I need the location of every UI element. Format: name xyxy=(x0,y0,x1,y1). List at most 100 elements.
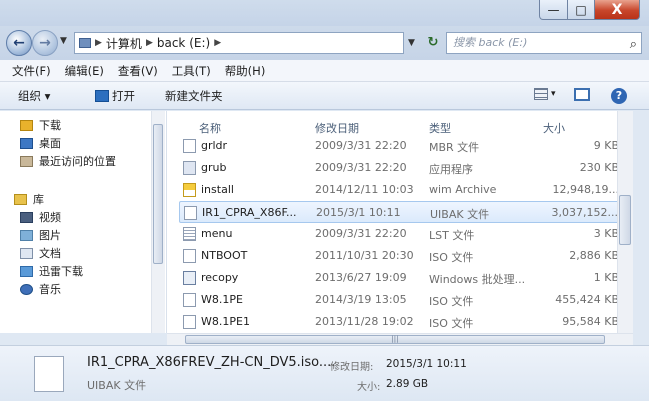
table-row[interactable]: recopy 2013/6/27 19:09 Windows 批处理... 1 … xyxy=(179,267,627,289)
nav-label: 图片 xyxy=(39,229,61,242)
change-view-button[interactable]: ▾ xyxy=(534,88,556,100)
file-size: 2,886 KB xyxy=(569,249,619,262)
breadcrumb-separator-icon[interactable]: ▶ xyxy=(95,38,102,48)
table-row[interactable]: NTBOOT 2011/10/31 20:30 ISO 文件 2,886 KB xyxy=(179,245,627,267)
file-date: 2014/3/19 13:05 xyxy=(315,293,407,306)
table-row[interactable]: grldr 2009/3/31 22:20 MBR 文件 9 KB xyxy=(179,135,627,157)
details-modified-label: 修改日期: xyxy=(330,362,374,373)
table-row[interactable]: W8.1PE 2014/3/19 13:05 ISO 文件 455,424 KB xyxy=(179,289,627,311)
lst-icon xyxy=(183,227,196,241)
music-icon xyxy=(20,283,33,295)
table-row[interactable]: install 2014/12/11 10:03 wim Archive 12,… xyxy=(179,179,627,201)
column-header-type[interactable]: 类型 xyxy=(429,120,451,136)
details-file-name: IR1_CPRA_X86FREV_ZH-CN_DV5.iso.... xyxy=(87,355,336,370)
explorer-window: — □ X ← → ▼ ▶ 计算机 ▶ back (E:) ▶ ▼ ↻ 搜索 b… xyxy=(0,0,649,401)
search-icon[interactable]: ⌕ xyxy=(630,35,637,55)
view-options-icon xyxy=(534,88,548,100)
file-size: 3,037,152... xyxy=(551,206,618,219)
command-bar: 组织 ▾ 打开 新建文件夹 ▾ ? xyxy=(0,82,649,110)
close-icon: X xyxy=(611,1,623,18)
column-header-name[interactable]: 名称 xyxy=(199,120,221,136)
file-name: W8.1PE xyxy=(201,293,243,306)
maximize-button[interactable]: □ xyxy=(567,0,595,20)
menu-tools[interactable]: 工具(T) xyxy=(172,63,211,79)
batch-icon xyxy=(183,271,196,285)
file-icon xyxy=(183,315,196,329)
file-type: Windows 批处理... xyxy=(429,273,526,286)
address-bar[interactable]: ▶ 计算机 ▶ back (E:) ▶ xyxy=(74,32,404,54)
nav-label: 最近访问的位置 xyxy=(39,155,116,168)
file-name: recopy xyxy=(201,271,239,284)
refresh-button[interactable]: ↻ xyxy=(424,34,442,52)
table-row[interactable]: menu 2009/3/31 22:20 LST 文件 3 KB xyxy=(179,223,627,245)
nav-item-libraries[interactable]: 库 xyxy=(14,191,44,207)
menu-file[interactable]: 文件(F) xyxy=(12,63,51,79)
recent-places-icon xyxy=(20,155,33,167)
file-list-scroll-thumb[interactable] xyxy=(619,195,631,245)
nav-label: 视频 xyxy=(39,211,61,224)
menu-view[interactable]: 查看(V) xyxy=(118,63,158,79)
table-row[interactable]: W8.1PE1 2013/11/28 19:02 ISO 文件 95,584 K… xyxy=(179,311,627,333)
chevron-down-icon: ▾ xyxy=(551,89,556,99)
file-type: ISO 文件 xyxy=(429,295,474,308)
help-button[interactable]: ? xyxy=(611,88,627,104)
file-icon xyxy=(183,249,196,263)
video-icon xyxy=(20,211,33,223)
nav-item-downloads[interactable]: 下载 xyxy=(20,117,61,133)
forward-button[interactable]: → xyxy=(32,30,58,56)
nav-label: 库 xyxy=(33,193,44,206)
file-icon xyxy=(34,356,64,392)
nav-label: 音乐 xyxy=(39,283,61,296)
file-size: 95,584 KB xyxy=(562,315,619,328)
column-header-size[interactable]: 大小 xyxy=(543,120,565,136)
new-folder-button[interactable]: 新建文件夹 xyxy=(165,88,223,104)
file-icon xyxy=(183,139,196,153)
nav-item-videos[interactable]: 视频 xyxy=(20,209,61,225)
breadcrumb-computer[interactable]: 计算机 xyxy=(106,35,142,52)
nav-item-pictures[interactable]: 图片 xyxy=(20,227,61,243)
breadcrumb-drive[interactable]: back (E:) xyxy=(157,36,210,50)
help-icon: ? xyxy=(611,88,627,104)
wim-icon xyxy=(183,183,196,197)
minimize-button[interactable]: — xyxy=(539,0,568,20)
breadcrumb-separator-icon[interactable]: ▶ xyxy=(214,38,221,48)
nav-item-documents[interactable]: 文档 xyxy=(20,245,61,261)
pictures-icon xyxy=(20,229,33,241)
refresh-icon: ↻ xyxy=(427,35,439,50)
navigation-scroll-thumb[interactable] xyxy=(153,124,163,264)
search-input[interactable]: 搜索 back (E:) ⌕ xyxy=(446,32,642,54)
file-date: 2011/10/31 20:30 xyxy=(315,249,414,262)
title-bar: — □ X xyxy=(0,0,649,26)
nav-item-desktop[interactable]: 桌面 xyxy=(20,135,61,151)
organize-button[interactable]: 组织 ▾ xyxy=(18,88,50,104)
back-button[interactable]: ← xyxy=(6,30,32,56)
table-row-selected[interactable]: IR1_CPRA_X86F... 2015/3/1 10:11 UIBAK 文件… xyxy=(179,201,627,223)
table-row[interactable]: grub 2009/3/31 22:20 应用程序 230 KB xyxy=(179,157,627,179)
file-date: 2015/3/1 10:11 xyxy=(316,206,401,219)
menu-edit[interactable]: 编辑(E) xyxy=(65,63,104,79)
exe-icon xyxy=(183,161,196,175)
open-button[interactable]: 打开 xyxy=(95,88,135,104)
nav-label: 文档 xyxy=(39,247,61,260)
computer-crumb-icon xyxy=(79,38,91,48)
horizontal-scroll-thumb[interactable]: ||| xyxy=(185,335,605,344)
address-dropdown-icon[interactable]: ▼ xyxy=(408,38,415,48)
nav-item-recent-places[interactable]: 最近访问的位置 xyxy=(20,153,116,169)
file-date: 2013/6/27 19:09 xyxy=(315,271,407,284)
nav-item-music[interactable]: 音乐 xyxy=(20,281,61,297)
breadcrumb-separator-icon[interactable]: ▶ xyxy=(146,38,153,48)
file-date: 2009/3/31 22:20 xyxy=(315,139,407,152)
menu-help[interactable]: 帮助(H) xyxy=(225,63,266,79)
column-header-date[interactable]: 修改日期 xyxy=(315,120,359,136)
close-button[interactable]: X xyxy=(594,0,640,20)
details-file-type: UIBAK 文件 xyxy=(87,379,147,392)
history-dropdown-icon[interactable]: ▼ xyxy=(60,36,67,46)
preview-pane-button[interactable] xyxy=(574,88,590,101)
search-placeholder: 搜索 back (E:) xyxy=(453,36,528,49)
nav-item-thunder-downloads[interactable]: 迅雷下载 xyxy=(20,263,83,279)
details-size-value: 2.89 GB xyxy=(386,378,429,390)
organize-label: 组织 ▾ xyxy=(18,89,51,103)
library-icon xyxy=(14,193,27,205)
file-type: UIBAK 文件 xyxy=(430,208,490,221)
file-type: ISO 文件 xyxy=(429,251,474,264)
